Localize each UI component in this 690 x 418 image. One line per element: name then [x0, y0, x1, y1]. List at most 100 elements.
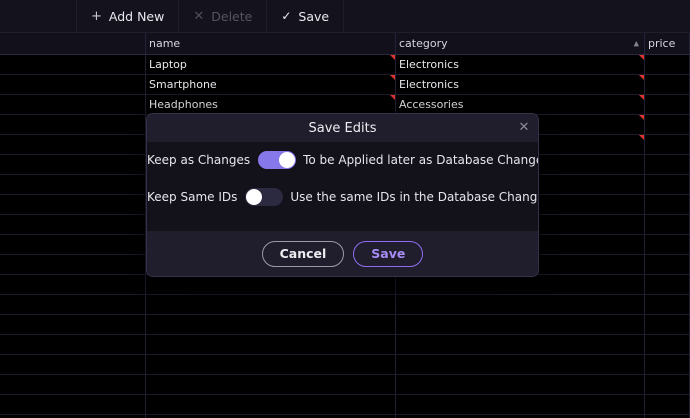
cell-handle[interactable]: [0, 355, 146, 374]
cell-category-value: Electronics: [399, 78, 459, 91]
edited-cell-marker: [390, 55, 395, 60]
save-button[interactable]: ✓ Save: [267, 0, 344, 32]
cell-name[interactable]: [146, 355, 396, 374]
plus-icon: +: [91, 9, 102, 24]
cell-price[interactable]: [645, 195, 690, 214]
table-row[interactable]: [0, 275, 690, 295]
cell-name-value: Smartphone: [149, 78, 217, 91]
close-icon[interactable]: ✕: [510, 114, 538, 142]
cell-handle[interactable]: [0, 315, 146, 334]
table-row[interactable]: Smartphone Electronics: [0, 75, 690, 95]
table-row[interactable]: [0, 375, 690, 395]
cell-category[interactable]: [396, 355, 645, 374]
cell-category[interactable]: [396, 375, 645, 394]
cell-handle[interactable]: [0, 55, 146, 74]
cell-price[interactable]: [645, 255, 690, 274]
cell-handle[interactable]: [0, 215, 146, 234]
delete-button[interactable]: ✕ Delete: [179, 0, 267, 32]
column-header-category[interactable]: category ▲: [396, 33, 645, 54]
cell-name[interactable]: [146, 315, 396, 334]
cell-handle[interactable]: [0, 335, 146, 354]
table-row[interactable]: Headphones Accessories: [0, 95, 690, 115]
cell-handle[interactable]: [0, 175, 146, 194]
cell-handle[interactable]: [0, 275, 146, 294]
column-header-name-label: name: [149, 37, 180, 50]
column-header-price[interactable]: price: [645, 33, 690, 54]
cell-price[interactable]: [645, 135, 690, 154]
table-row[interactable]: Laptop Electronics: [0, 55, 690, 75]
edited-cell-marker: [639, 115, 644, 120]
cell-handle[interactable]: [0, 135, 146, 154]
cell-price[interactable]: [645, 335, 690, 354]
column-header-category-label: category: [399, 37, 448, 50]
cell-handle[interactable]: [0, 115, 146, 134]
table-row[interactable]: [0, 335, 690, 355]
cell-name[interactable]: [146, 275, 396, 294]
cell-price[interactable]: [645, 175, 690, 194]
add-new-label: Add New: [109, 9, 164, 24]
modal-option-row: Keep Same IDsUse the same IDs in the Dat…: [147, 188, 538, 206]
cell-name[interactable]: Smartphone: [146, 75, 396, 94]
toggle-off[interactable]: [245, 188, 283, 206]
table-row[interactable]: [0, 355, 690, 375]
cell-price[interactable]: [645, 355, 690, 374]
cell-name[interactable]: [146, 395, 396, 414]
cell-category[interactable]: Accessories: [396, 95, 645, 114]
cell-handle[interactable]: [0, 375, 146, 394]
cell-price[interactable]: [645, 95, 690, 114]
edited-cell-marker: [639, 95, 644, 100]
cell-name-value: Laptop: [149, 58, 187, 71]
add-new-button[interactable]: + Add New: [77, 0, 179, 32]
cell-category[interactable]: [396, 335, 645, 354]
sort-ascending-icon: ▲: [634, 40, 639, 47]
cell-handle[interactable]: [0, 95, 146, 114]
cell-price[interactable]: [645, 215, 690, 234]
cell-category[interactable]: Electronics: [396, 55, 645, 74]
modal-option-row: Keep as ChangesTo be Applied later as Da…: [147, 151, 538, 169]
table-row[interactable]: [0, 315, 690, 335]
table-row[interactable]: [0, 395, 690, 415]
cell-handle[interactable]: [0, 295, 146, 314]
table-row[interactable]: [0, 295, 690, 315]
edited-cell-marker: [390, 75, 395, 80]
cell-handle[interactable]: [0, 155, 146, 174]
option-description: Use the same IDs in the Database Changes: [290, 190, 539, 204]
cell-price[interactable]: [645, 155, 690, 174]
cell-price[interactable]: [645, 75, 690, 94]
cell-price[interactable]: [645, 295, 690, 314]
cell-handle[interactable]: [0, 235, 146, 254]
cell-handle[interactable]: [0, 75, 146, 94]
cell-handle[interactable]: [0, 255, 146, 274]
option-description: To be Applied later as Database Changes: [303, 153, 539, 167]
app-window: + Add New ✕ Delete ✓ Save name category …: [0, 0, 690, 418]
cell-handle[interactable]: [0, 195, 146, 214]
cell-category[interactable]: [396, 395, 645, 414]
cell-category[interactable]: [396, 315, 645, 334]
column-header-handle[interactable]: [0, 33, 146, 54]
cell-price[interactable]: [645, 235, 690, 254]
cell-name[interactable]: Laptop: [146, 55, 396, 74]
cancel-button[interactable]: Cancel: [262, 241, 345, 267]
cell-price[interactable]: [645, 375, 690, 394]
column-header-name[interactable]: name: [146, 33, 396, 54]
cell-price[interactable]: [645, 395, 690, 414]
cell-category[interactable]: [396, 275, 645, 294]
cell-name[interactable]: [146, 375, 396, 394]
cell-price[interactable]: [645, 275, 690, 294]
cell-price[interactable]: [645, 55, 690, 74]
toolbar: + Add New ✕ Delete ✓ Save: [0, 0, 690, 33]
cell-name-value: Headphones: [149, 98, 218, 111]
cell-price[interactable]: [645, 115, 690, 134]
modal-save-button[interactable]: Save: [353, 241, 423, 267]
cell-name[interactable]: Headphones: [146, 95, 396, 114]
toggle-on[interactable]: [258, 151, 296, 169]
cell-category[interactable]: [396, 295, 645, 314]
modal-body: Keep as ChangesTo be Applied later as Da…: [147, 142, 538, 231]
cell-name[interactable]: [146, 335, 396, 354]
cell-category[interactable]: Electronics: [396, 75, 645, 94]
cell-name[interactable]: [146, 295, 396, 314]
cell-category-value: Electronics: [399, 58, 459, 71]
cell-price[interactable]: [645, 315, 690, 334]
modal-title: Save Edits: [309, 121, 377, 136]
cell-handle[interactable]: [0, 395, 146, 414]
